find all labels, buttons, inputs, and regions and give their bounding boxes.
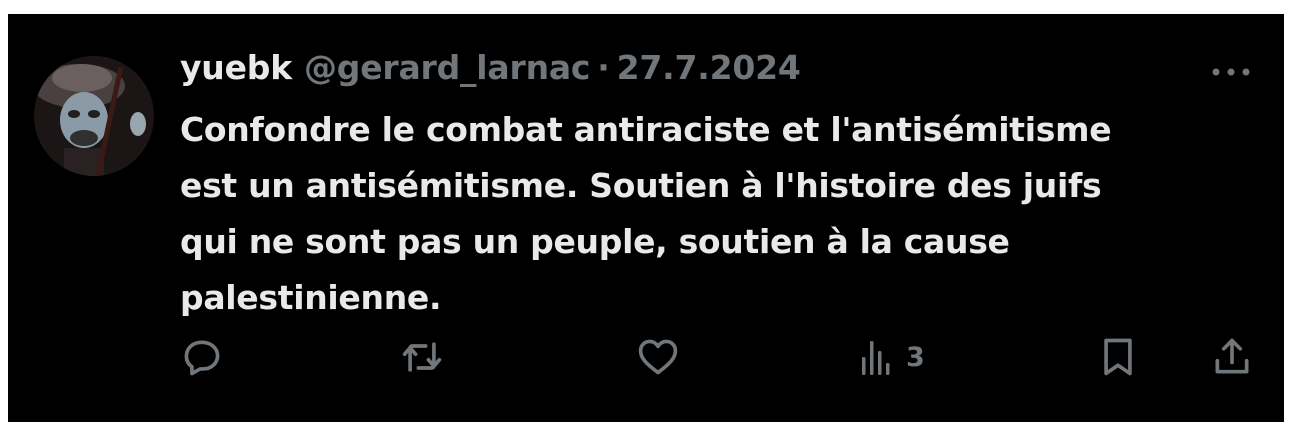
heart-icon [638,339,678,375]
avatar-image [34,56,154,176]
header-separator: · [597,48,610,87]
more-options-button[interactable] [1208,62,1254,82]
bookmark-icon [1104,338,1132,376]
views-button[interactable]: 3 [860,334,925,380]
reply-button[interactable] [180,334,224,380]
like-button[interactable] [635,334,681,380]
more-dots-icon [1212,68,1250,76]
bookmark-button[interactable] [1096,334,1140,380]
share-button[interactable] [1210,334,1254,380]
user-handle[interactable]: @gerard_larnac [304,48,591,87]
tweet-text: Confondre le combat antiraciste et l'ant… [180,110,1112,317]
share-icon [1215,338,1249,374]
reply-icon [184,340,220,376]
display-name[interactable]: yuebk [180,48,292,87]
views-bar-chart-icon [862,341,890,375]
tweet-card[interactable]: yuebk @gerard_larnac · 27.7.2024 Confond… [8,14,1284,422]
tweet-date[interactable]: 27.7.2024 [617,48,801,87]
tweet-header: yuebk @gerard_larnac · 27.7.2024 [180,48,801,92]
repost-icon [402,342,442,372]
avatar[interactable] [34,56,154,176]
view-count: 3 [906,341,925,373]
repost-button[interactable] [400,334,444,380]
